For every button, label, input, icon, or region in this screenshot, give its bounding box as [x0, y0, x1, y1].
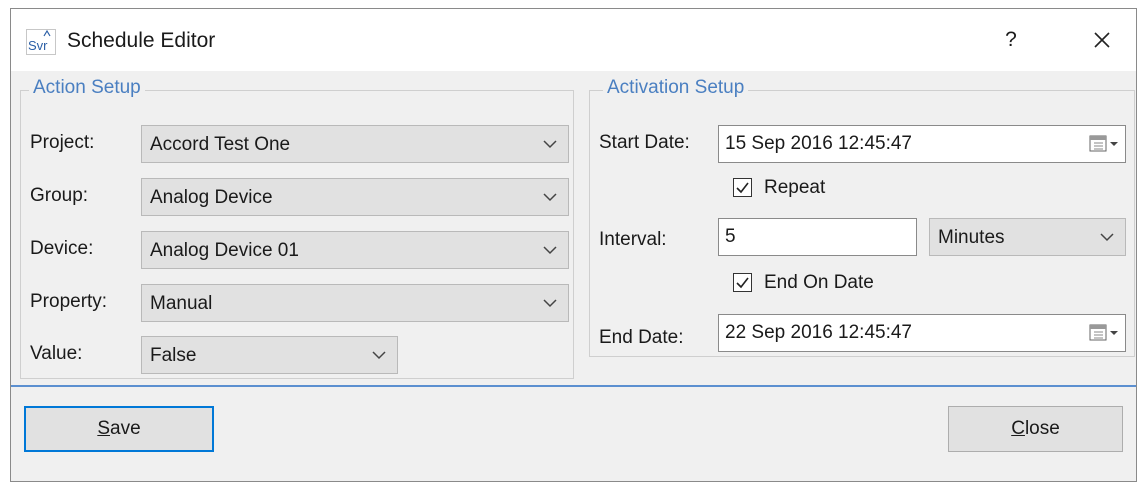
- value-value: False: [150, 345, 197, 366]
- activation-setup-legend: Activation Setup: [603, 77, 749, 99]
- calendar-icon[interactable]: [1089, 135, 1119, 153]
- interval-unit-value: Minutes: [938, 227, 1005, 248]
- footer-separator: [11, 385, 1136, 387]
- value-label: Value:: [30, 343, 83, 364]
- interval-input[interactable]: 5: [718, 218, 917, 256]
- repeat-checkbox[interactable]: [733, 178, 752, 197]
- chevron-down-icon: [542, 137, 558, 151]
- project-value: Accord Test One: [150, 134, 291, 155]
- start-date-label: Start Date:: [599, 132, 690, 153]
- close-button-mnemonic: C: [1011, 418, 1025, 439]
- chevron-down-icon: [542, 190, 558, 204]
- property-select[interactable]: Manual: [141, 284, 569, 322]
- property-value: Manual: [150, 293, 213, 314]
- save-button-mnemonic: S: [97, 418, 111, 439]
- save-button-label: ave: [110, 418, 141, 439]
- checkmark-icon: [736, 277, 749, 289]
- activation-setup-group: Activation Setup Start Date: 15 Sep 2016…: [589, 77, 1135, 357]
- save-button[interactable]: Save: [24, 406, 214, 452]
- window-title: Schedule Editor: [67, 29, 216, 52]
- end-date-picker[interactable]: 22 Sep 2016 12:45:47: [718, 314, 1126, 352]
- action-setup-legend: Action Setup: [29, 77, 145, 99]
- interval-value: 5: [725, 226, 736, 247]
- value-select[interactable]: False: [141, 336, 398, 374]
- title-bar: Svr Schedule Editor ?: [11, 9, 1136, 71]
- close-button[interactable]: Close: [948, 406, 1123, 452]
- action-setup-group: Action Setup Project: Accord Test One Gr…: [20, 77, 574, 379]
- device-select[interactable]: Analog Device 01: [141, 231, 569, 269]
- chevron-down-icon: [542, 243, 558, 257]
- start-date-picker[interactable]: 15 Sep 2016 12:45:47: [718, 125, 1126, 163]
- end-date-value: 22 Sep 2016 12:45:47: [725, 322, 913, 343]
- end-on-date-label[interactable]: End On Date: [764, 272, 874, 294]
- device-label: Device:: [30, 238, 94, 259]
- chevron-down-icon: [542, 296, 558, 310]
- calendar-icon[interactable]: [1089, 324, 1119, 342]
- property-label: Property:: [30, 291, 108, 312]
- end-date-label: End Date:: [599, 327, 684, 348]
- close-button-label: lose: [1024, 418, 1060, 439]
- help-button[interactable]: ?: [996, 24, 1026, 56]
- checkmark-icon: [736, 182, 749, 194]
- chevron-down-icon: [1099, 230, 1115, 244]
- close-icon[interactable]: [1086, 24, 1118, 56]
- interval-label: Interval:: [599, 229, 667, 250]
- app-icon: Svr: [26, 29, 56, 55]
- group-label: Group:: [30, 185, 89, 206]
- chevron-down-icon: [371, 348, 387, 362]
- repeat-label[interactable]: Repeat: [764, 177, 825, 199]
- start-date-value: 15 Sep 2016 12:45:47: [725, 133, 913, 154]
- group-value: Analog Device: [150, 187, 273, 208]
- project-label: Project:: [30, 132, 95, 153]
- group-select[interactable]: Analog Device: [141, 178, 569, 216]
- project-select[interactable]: Accord Test One: [141, 125, 569, 163]
- end-on-date-checkbox[interactable]: [733, 273, 752, 292]
- device-value: Analog Device 01: [150, 240, 299, 261]
- schedule-editor-dialog: Svr Schedule Editor ? Action Setup Proje…: [10, 8, 1137, 482]
- interval-unit-select[interactable]: Minutes: [929, 218, 1126, 256]
- app-icon-text: Svr: [28, 38, 48, 53]
